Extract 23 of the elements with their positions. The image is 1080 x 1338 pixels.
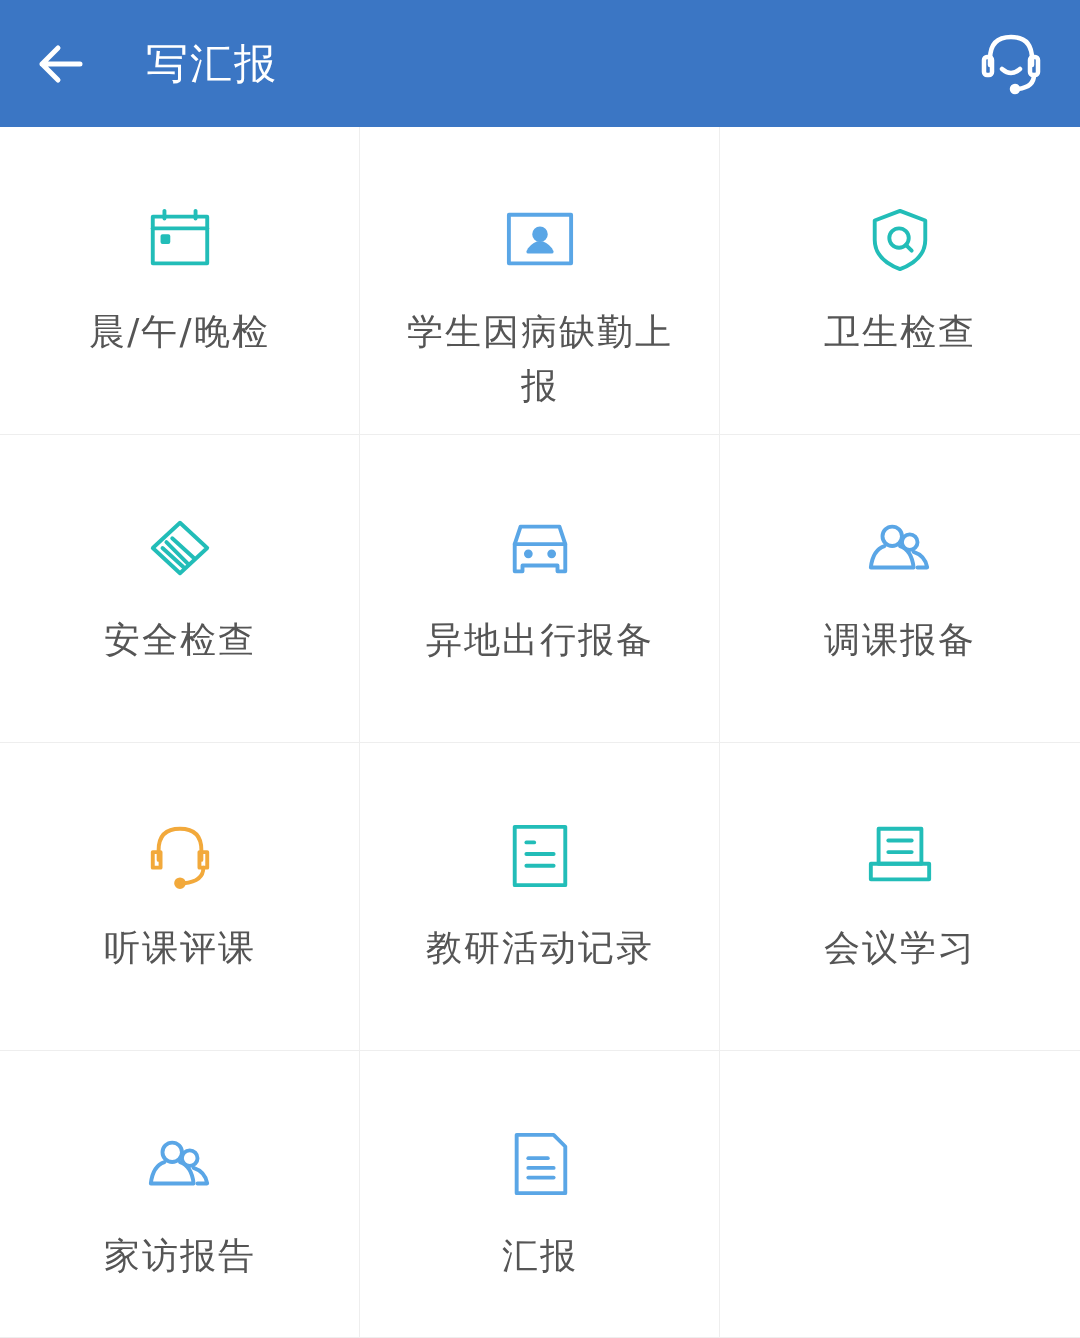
report-tile[interactable]: 教研活动记录	[360, 743, 720, 1051]
tile-label: 调课报备	[824, 618, 976, 662]
report-tile[interactable]: 异地出行报备	[360, 435, 720, 743]
report-tile[interactable]: 安全检查	[0, 435, 360, 743]
tile-label: 会议学习	[824, 926, 976, 970]
report-tile[interactable]: 卫生检查	[720, 127, 1080, 435]
tile-label: 卫生检查	[824, 310, 976, 354]
tile-label: 晨/午/晚检	[89, 310, 270, 354]
report-tile[interactable]: 家访报告	[0, 1051, 360, 1338]
report-tile[interactable]: 晨/午/晚检	[0, 127, 360, 435]
tile-label: 安全检查	[103, 618, 256, 662]
report-tile[interactable]: 会议学习	[720, 743, 1080, 1051]
tile-label: 听课评课	[103, 926, 256, 970]
tile-label: 学生因病缺勤上报	[405, 310, 674, 408]
tile-label: 异地出行报备	[425, 618, 654, 662]
tile-label: 教研活动记录	[425, 926, 654, 970]
tile-label: 汇报	[501, 1234, 578, 1278]
tile-label: 家访报告	[103, 1234, 256, 1278]
page-title: 写汇报	[146, 37, 279, 90]
report-tile[interactable]: 听课评课	[0, 743, 360, 1051]
report-tile[interactable]: 学生因病缺勤上报	[360, 127, 720, 435]
report-tile[interactable]: 汇报	[360, 1051, 720, 1338]
report-tile[interactable]: 调课报备	[720, 435, 1080, 743]
